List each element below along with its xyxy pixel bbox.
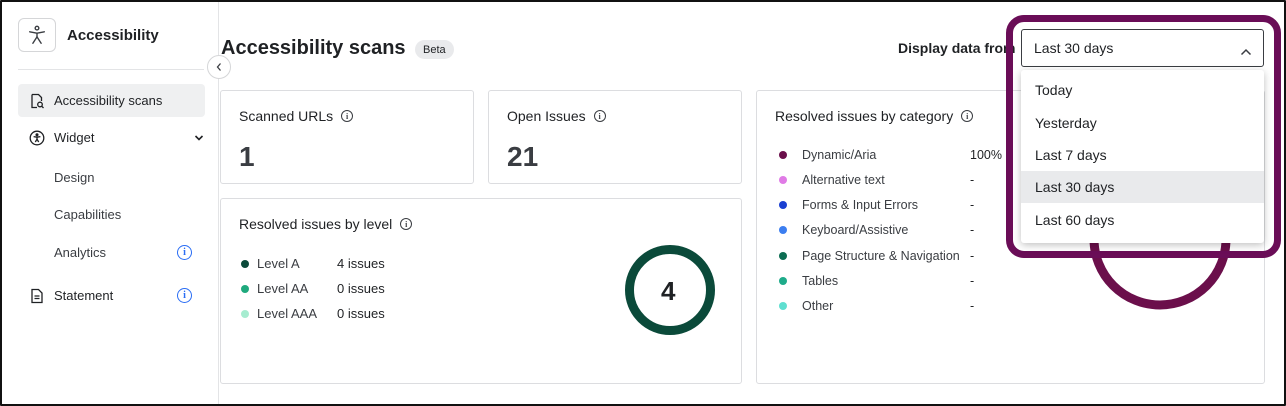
- beta-badge: Beta: [415, 40, 454, 59]
- category-row: Other -: [779, 299, 974, 313]
- category-row: Tables -: [779, 274, 974, 288]
- option-last-7-days[interactable]: Last 7 days: [1021, 139, 1264, 171]
- open-issues-card: Open Issues i 21: [488, 90, 742, 184]
- info-icon[interactable]: i: [400, 218, 413, 230]
- card-title: Resolved issues by level i: [239, 216, 413, 232]
- category-row: Alternative text -: [779, 173, 974, 187]
- info-icon[interactable]: i: [593, 110, 606, 122]
- info-icon[interactable]: i: [177, 288, 192, 303]
- sidebar-item-capabilities[interactable]: Capabilities: [54, 207, 121, 222]
- legend-dot: [779, 151, 787, 159]
- option-last-30-days[interactable]: Last 30 days: [1021, 171, 1264, 203]
- legend-dot: [779, 302, 787, 310]
- level-row: Level AAA 0 issues: [241, 306, 385, 321]
- sidebar-item-label: Accessibility scans: [54, 93, 163, 108]
- document-icon: [28, 287, 46, 305]
- option-last-60-days[interactable]: Last 60 days: [1021, 204, 1264, 236]
- level-row: Level A 4 issues: [241, 256, 385, 271]
- accessibility-person-icon: [28, 129, 46, 147]
- sidebar-item-design[interactable]: Design: [54, 170, 94, 185]
- date-range-menu: Today Yesterday Last 7 days Last 30 days…: [1021, 70, 1264, 243]
- category-row: Forms & Input Errors -: [779, 198, 974, 212]
- app-window: Accessibility Accessibility scans Widget…: [0, 0, 1286, 406]
- category-row: Page Structure & Navigation -: [779, 249, 974, 263]
- category-row: Keyboard/Assistive -: [779, 223, 974, 237]
- legend-dot: [241, 284, 249, 293]
- donut-total: 4: [661, 276, 676, 306]
- legend-dot: [779, 226, 787, 234]
- legend-dot: [779, 176, 787, 184]
- legend-dot: [241, 259, 249, 268]
- card-title: Resolved issues by category i: [775, 108, 974, 124]
- date-range-select[interactable]: Last 30 days: [1021, 29, 1264, 67]
- sidebar-item-label: Statement: [54, 288, 114, 303]
- chevron-up-icon: [1240, 43, 1252, 59]
- info-icon[interactable]: i: [961, 110, 974, 122]
- chevron-down-icon[interactable]: [194, 130, 204, 145]
- sidebar-item-widget[interactable]: Widget: [18, 121, 205, 154]
- sidebar-item-label: Widget: [54, 130, 95, 145]
- scanned-urls-value: 1: [239, 141, 255, 172]
- level-row: Level AA 0 issues: [241, 281, 385, 296]
- app-title: Accessibility: [67, 26, 159, 44]
- chevron-left-icon: [216, 63, 221, 71]
- page-title: Accessibility scans: [221, 37, 406, 59]
- option-yesterday[interactable]: Yesterday: [1021, 107, 1264, 139]
- resolved-by-level-card: Resolved issues by level i Level A 4 iss…: [220, 198, 742, 384]
- brand: Accessibility: [18, 18, 159, 52]
- legend-dot: [779, 252, 787, 260]
- legend-dot: [241, 309, 249, 318]
- sidebar-item-accessibility-scans[interactable]: Accessibility scans: [18, 84, 205, 117]
- info-icon[interactable]: i: [341, 110, 354, 122]
- card-title: Scanned URLs i: [239, 108, 354, 124]
- category-row: Dynamic/Aria 100%: [779, 148, 1002, 162]
- legend-dot: [779, 201, 787, 209]
- sidebar: Accessibility Accessibility scans Widget…: [2, 2, 219, 404]
- legend-dot: [779, 277, 787, 285]
- sidebar-item-analytics[interactable]: Analytics: [54, 245, 106, 260]
- collapse-sidebar-button[interactable]: [207, 55, 231, 79]
- scan-document-icon: [28, 92, 46, 110]
- scanned-urls-card: Scanned URLs i 1: [220, 90, 474, 184]
- option-today[interactable]: Today: [1021, 74, 1264, 106]
- accessibility-logo-icon: [18, 18, 56, 52]
- card-title: Open Issues i: [507, 108, 606, 124]
- info-icon[interactable]: i: [177, 245, 192, 260]
- sidebar-divider: [18, 69, 204, 70]
- open-issues-value: 21: [507, 141, 539, 172]
- display-data-label: Display data from: [898, 40, 1016, 56]
